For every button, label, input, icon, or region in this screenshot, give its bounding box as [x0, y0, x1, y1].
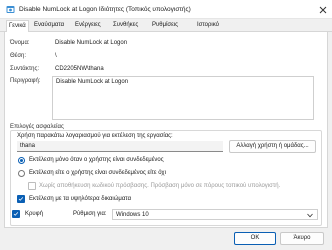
highest-privileges-label[interactable]: Εκτέλεση με τα υψηλότερα δικαιώματα [29, 196, 131, 202]
run-only-logged-on-radio[interactable] [18, 157, 25, 164]
hidden-label[interactable]: Κρυφή [25, 211, 43, 217]
run-as-prompt: Χρήση παρακάτω λογαριασμού για εκτέλεση … [17, 133, 173, 139]
tab-actions[interactable]: Ενέργειες [75, 22, 101, 28]
description-label: Περιγραφή: [10, 78, 41, 84]
run-whether-logged-on-radio[interactable] [18, 170, 25, 177]
task-scheduler-icon [6, 6, 15, 13]
configure-for-value: Windows 10 [116, 212, 149, 218]
cancel-button[interactable]: Άκυρο [280, 232, 324, 245]
tab-history[interactable]: Ιστορικό [197, 22, 219, 28]
ok-button[interactable]: OK [234, 232, 276, 245]
change-user-button[interactable]: Αλλαγή χρήστη ή ομάδας... [229, 140, 316, 153]
run-whether-logged-on-label[interactable]: Εκτέλεση είτε ο χρήστης είναι συνδεδεμέν… [29, 170, 166, 176]
location-label: Θέση: [10, 53, 27, 59]
run-only-logged-on-label[interactable]: Εκτέλεση μόνο όταν ο χρήστης είναι συνδε… [29, 157, 164, 163]
checkmark-icon [18, 197, 24, 201]
title-bar: Disable NumLock at Logon Ιδιότητες (Τοπι… [0, 0, 332, 19]
location-field[interactable]: \ [52, 51, 314, 62]
name-label: Όνομα: [10, 40, 30, 46]
author-field[interactable]: CD2205NW\thana [52, 64, 314, 75]
configure-for-label: Ρύθμιση για: [73, 211, 107, 217]
close-icon[interactable] [317, 4, 329, 16]
tab-strip: Γενικά Εναύσματα Ενέργειες Συνθήκες Ρυθμ… [0, 20, 332, 33]
chevron-down-icon [307, 213, 313, 218]
no-store-password-checkbox[interactable] [28, 182, 36, 190]
checkmark-icon [13, 212, 19, 216]
highest-privileges-checkbox[interactable] [17, 195, 25, 203]
author-label: Συντάκτης: [10, 66, 40, 72]
description-field[interactable]: Disable NumLock at Logon [52, 76, 314, 120]
configure-for-select[interactable]: Windows 10 [112, 209, 318, 220]
user-account-field: thana [17, 141, 223, 152]
hidden-checkbox[interactable] [12, 210, 20, 218]
tab-settings[interactable]: Ρυθμίσεις [152, 22, 178, 28]
tab-triggers[interactable]: Εναύσματα [34, 22, 64, 28]
name-field[interactable]: Disable NumLock at Logon [52, 38, 314, 49]
no-store-password-label[interactable]: Χωρίς αποθήκευση κωδικού πρόσβασης. Πρόσ… [39, 183, 280, 189]
window-title: Disable NumLock at Logon Ιδιότητες (Τοπι… [19, 6, 191, 13]
tab-conditions[interactable]: Συνθήκες [113, 22, 138, 28]
